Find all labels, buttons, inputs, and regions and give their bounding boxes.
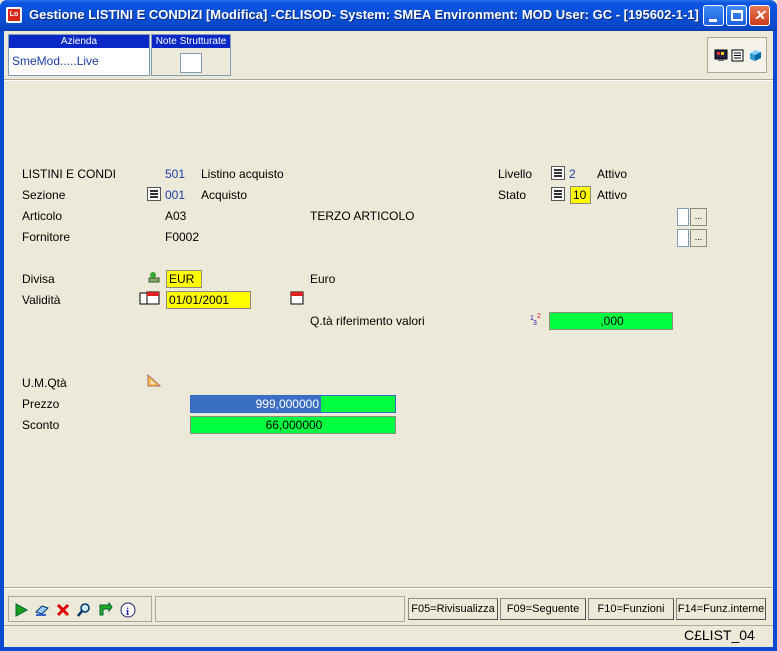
f09-button[interactable]: F09=Seguente bbox=[500, 598, 586, 620]
articolo-lookup[interactable]: ... bbox=[677, 208, 707, 226]
fornitore-checkbox[interactable] bbox=[677, 229, 689, 247]
sezione-code: 001 bbox=[165, 188, 186, 202]
calendar-icon[interactable] bbox=[290, 290, 304, 306]
application-window: Lo Gestione LISTINI E CONDIZI [Modifica]… bbox=[0, 0, 777, 651]
close-icon: ✕ bbox=[753, 7, 766, 23]
sezione-list-icon[interactable] bbox=[147, 187, 161, 201]
divisa-description: Euro bbox=[310, 272, 336, 286]
monitor-icon[interactable] bbox=[714, 49, 728, 62]
document-icon[interactable] bbox=[731, 49, 745, 62]
articolo-checkbox[interactable] bbox=[677, 208, 689, 226]
articolo-label: Articolo bbox=[22, 209, 63, 223]
f10-button[interactable]: F10=Funzioni bbox=[588, 598, 674, 620]
fornitore-ellipsis-button[interactable]: ... bbox=[690, 229, 707, 247]
articolo-description: TERZO ARTICOLO bbox=[310, 209, 415, 223]
close-button[interactable]: ✕ bbox=[749, 5, 770, 26]
header-separator bbox=[4, 79, 773, 81]
title-bar[interactable]: Lo Gestione LISTINI E CONDIZI [Modifica]… bbox=[0, 0, 777, 31]
eraser-icon[interactable] bbox=[34, 602, 50, 618]
svg-text:i: i bbox=[126, 606, 129, 618]
note-strutturate-box: Note Strutturate bbox=[151, 34, 231, 76]
stato-field[interactable]: 10 bbox=[570, 186, 591, 204]
livello-list-icon[interactable] bbox=[551, 166, 565, 180]
fornitore-label: Fornitore bbox=[22, 230, 71, 244]
run-icon[interactable] bbox=[13, 602, 29, 618]
sconto-label: Sconto bbox=[22, 418, 60, 432]
divisa-label: Divisa bbox=[22, 272, 55, 286]
azienda-box: Azienda SmeMod.....Live bbox=[8, 34, 150, 76]
azienda-label: Azienda bbox=[9, 35, 149, 48]
qta-riferimento-label: Q.tà riferimento valori bbox=[310, 314, 425, 328]
stato-list-icon[interactable] bbox=[551, 187, 565, 201]
validita-field[interactable]: 01/01/2001 bbox=[166, 291, 251, 309]
articolo-ellipsis-button[interactable]: ... bbox=[690, 208, 707, 226]
bottom-separator bbox=[4, 587, 773, 589]
sconto-field[interactable]: 66,000000 bbox=[190, 416, 396, 434]
prezzo-field[interactable]: 999,000000 bbox=[190, 395, 396, 413]
delete-icon[interactable] bbox=[55, 602, 71, 618]
listini-code: 501 bbox=[165, 167, 186, 181]
fornitore-lookup[interactable]: ... bbox=[677, 229, 707, 247]
prezzo-label: Prezzo bbox=[22, 397, 60, 411]
maximize-icon bbox=[731, 10, 743, 21]
cube-icon[interactable] bbox=[748, 49, 762, 62]
info-icon[interactable]: i bbox=[120, 602, 136, 618]
window-title: Gestione LISTINI E CONDIZI [Modifica] -C… bbox=[29, 7, 699, 22]
livello-label: Livello bbox=[498, 167, 533, 181]
minimize-icon bbox=[709, 19, 717, 22]
svg-text:2: 2 bbox=[537, 313, 541, 320]
sezione-label: Sezione bbox=[22, 188, 66, 202]
stato-label: Stato bbox=[498, 188, 527, 202]
search-icon[interactable] bbox=[76, 602, 92, 618]
refresh-icon[interactable] bbox=[97, 602, 113, 618]
screen-id: C£LIST_04 bbox=[684, 627, 755, 643]
app-icon[interactable]: Lo bbox=[6, 7, 22, 23]
f05-button[interactable]: F05=Rivisualizza bbox=[408, 598, 498, 620]
f14-button[interactable]: F14=Funz.interne bbox=[676, 598, 766, 620]
divisa-field[interactable]: EUR bbox=[166, 270, 202, 288]
livello-description: Attivo bbox=[597, 167, 628, 181]
sezione-description: Acquisto bbox=[201, 188, 248, 202]
maximize-button[interactable] bbox=[726, 5, 747, 26]
validita-label: Validità bbox=[22, 293, 61, 307]
middle-panel bbox=[155, 596, 405, 622]
stato-description: Attivo bbox=[597, 188, 628, 202]
header-tool-icons bbox=[707, 37, 767, 73]
status-separator bbox=[4, 625, 773, 626]
prezzo-value: 999,000000 bbox=[191, 396, 321, 412]
listini-description: Listino acquisto bbox=[201, 167, 284, 181]
listini-label: LISTINI E CONDI bbox=[22, 167, 117, 181]
articolo-code: A03 bbox=[165, 209, 187, 223]
fornitore-code: F0002 bbox=[165, 230, 200, 244]
qta-riferimento-field[interactable]: ,000 bbox=[549, 312, 673, 330]
note-strutturate-checkbox[interactable] bbox=[180, 53, 202, 73]
numeric-icon[interactable]: 1 23 bbox=[530, 312, 544, 326]
minimize-button[interactable] bbox=[703, 5, 724, 26]
um-qta-label: U.M.Qtà bbox=[22, 376, 67, 390]
calendar-range-icon[interactable] bbox=[139, 290, 161, 306]
svg-text:3: 3 bbox=[533, 320, 537, 326]
note-strutturate-label: Note Strutturate bbox=[152, 35, 230, 48]
livello-value: 2 bbox=[569, 167, 576, 181]
action-toolbar: i bbox=[8, 596, 152, 622]
azienda-value: SmeMod.....Live bbox=[12, 54, 99, 68]
currency-icon[interactable] bbox=[147, 270, 161, 284]
ruler-icon[interactable] bbox=[147, 374, 161, 388]
client-area: Azienda SmeMod.....Live Note Strutturate… bbox=[4, 31, 773, 647]
